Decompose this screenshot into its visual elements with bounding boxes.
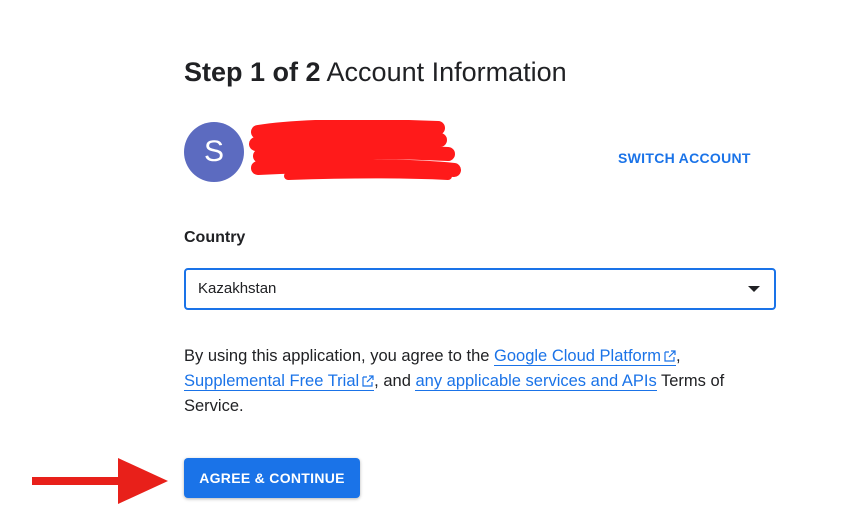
avatar: S [184,122,244,182]
agree-and-continue-button[interactable]: AGREE & CONTINUE [184,458,360,498]
terms-prefix: By using this application, you agree to … [184,347,495,365]
title-text: Account Information [326,57,567,87]
switch-account-button[interactable]: SWITCH ACCOUNT [608,146,761,170]
step-indicator: Step 1 of 2 [184,57,321,87]
avatar-letter: S [203,135,224,168]
terms-text: By using this application, you agree to … [184,344,784,419]
redacted-account-info [249,120,461,180]
page-title: Step 1 of 2 Account Information [184,52,567,92]
link-label: Google Cloud Platform [494,347,661,365]
country-label: Country [184,229,246,246]
link-label: Supplemental Free Trial [184,372,360,390]
supplemental-free-trial-link[interactable]: Supplemental Free Trial [184,372,375,391]
google-cloud-platform-link[interactable]: Google Cloud Platform [494,347,676,366]
terms-sep-2: , and [374,372,416,390]
chevron-down-icon [748,286,760,292]
annotation-arrow-icon [32,458,168,504]
account-information-page: Step 1 of 2 Account Information S SWITCH… [0,0,860,515]
external-link-icon [664,350,676,362]
terms-sep-1: , [675,347,681,365]
country-select-value: Kazakhstan [198,280,277,297]
external-link-icon [362,375,374,387]
country-select[interactable]: Kazakhstan [184,268,776,310]
services-and-apis-link[interactable]: any applicable services and APIs [415,372,657,391]
